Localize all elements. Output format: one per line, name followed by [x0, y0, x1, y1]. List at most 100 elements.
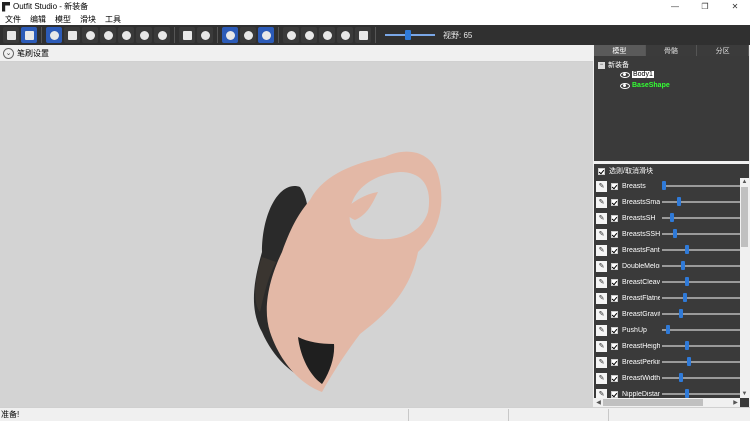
slider-knob[interactable]: [679, 373, 684, 382]
slider-track[interactable]: [662, 261, 742, 270]
menu-tools[interactable]: 工具: [101, 14, 125, 25]
mirror-z-button[interactable]: [258, 27, 274, 43]
menu-slider[interactable]: 滑块: [76, 14, 100, 25]
slider-checkbox[interactable]: [611, 390, 618, 398]
horizontal-scrollbar[interactable]: ◀ ▶: [594, 398, 740, 407]
eye-icon[interactable]: [620, 71, 630, 78]
edit-slider-icon[interactable]: ✎: [596, 180, 607, 192]
3d-viewport[interactable]: [0, 62, 593, 407]
slider-checkbox[interactable]: [611, 358, 618, 366]
slider-track[interactable]: [662, 293, 742, 302]
edit-slider-icon[interactable]: ✎: [596, 244, 607, 256]
slider-checkbox[interactable]: [611, 326, 618, 334]
texture-button[interactable]: [337, 27, 353, 43]
slider-track[interactable]: [662, 341, 742, 350]
slider-checkbox[interactable]: [611, 294, 618, 302]
scrollbar-thumb[interactable]: [603, 399, 703, 406]
slider-track[interactable]: [662, 309, 742, 318]
slider-track[interactable]: [662, 325, 742, 334]
inflate-brush-button[interactable]: [64, 27, 80, 43]
fov-slider-knob[interactable]: [405, 30, 411, 40]
slider-knob[interactable]: [669, 213, 674, 222]
lighting-button[interactable]: [319, 27, 335, 43]
slider-track[interactable]: [662, 389, 742, 398]
scroll-up-icon[interactable]: ▲: [740, 178, 749, 186]
edit-slider-icon[interactable]: ✎: [596, 308, 607, 320]
slider-track[interactable]: [662, 245, 742, 254]
slider-knob[interactable]: [687, 357, 692, 366]
slider-checkbox[interactable]: [611, 342, 618, 350]
tree-item-body1[interactable]: Body1: [620, 71, 654, 78]
show-vertices-button[interactable]: [283, 27, 299, 43]
slider-knob[interactable]: [684, 389, 689, 398]
edit-slider-icon[interactable]: ✎: [596, 228, 607, 240]
select-all-checkbox[interactable]: [598, 167, 605, 175]
slider-knob[interactable]: [662, 181, 666, 190]
tab-partitions[interactable]: 分区: [697, 45, 750, 56]
deflate-brush-button[interactable]: [82, 27, 98, 43]
slider-track[interactable]: [662, 373, 742, 382]
slider-knob[interactable]: [678, 309, 683, 318]
slider-checkbox[interactable]: [611, 246, 618, 254]
edit-slider-icon[interactable]: ✎: [596, 196, 607, 208]
slider-checkbox[interactable]: [611, 182, 618, 190]
scroll-down-icon[interactable]: ▼: [740, 390, 749, 398]
slider-track[interactable]: [662, 229, 742, 238]
menu-model[interactable]: 模型: [51, 14, 75, 25]
minimize-button[interactable]: —: [660, 0, 690, 13]
slider-checkbox[interactable]: [611, 198, 618, 206]
edit-slider-icon[interactable]: ✎: [596, 340, 607, 352]
tree-item-baseshape[interactable]: BaseShape: [620, 82, 670, 89]
pivot-button[interactable]: [179, 27, 195, 43]
slider-track[interactable]: [662, 181, 742, 190]
slider-checkbox[interactable]: [611, 214, 618, 222]
slider-knob[interactable]: [684, 277, 689, 286]
slider-knob[interactable]: [684, 341, 689, 350]
mirror-y-button[interactable]: [240, 27, 256, 43]
slider-checkbox[interactable]: [611, 310, 618, 318]
edit-slider-icon[interactable]: ✎: [596, 356, 607, 368]
fov-slider[interactable]: [385, 30, 435, 40]
show-wireframe-button[interactable]: [301, 27, 317, 43]
select-tool-button[interactable]: [3, 27, 19, 43]
slider-checkbox[interactable]: [611, 230, 618, 238]
tree-root[interactable]: − 新装备: [598, 60, 629, 70]
close-button[interactable]: ✕: [720, 0, 750, 13]
mask-brush-button[interactable]: [46, 27, 62, 43]
vertical-scrollbar[interactable]: ▲ ▼: [740, 178, 749, 398]
mirror-x-button[interactable]: [222, 27, 238, 43]
slider-knob[interactable]: [665, 325, 670, 334]
smooth-brush-button[interactable]: [118, 27, 134, 43]
edit-slider-icon[interactable]: ✎: [596, 292, 607, 304]
edit-slider-icon[interactable]: ✎: [596, 324, 607, 336]
slider-checkbox[interactable]: [611, 262, 618, 270]
tab-model[interactable]: 模型: [594, 45, 646, 56]
slider-knob[interactable]: [673, 229, 678, 238]
slider-track[interactable]: [662, 357, 742, 366]
slider-track[interactable]: [662, 213, 742, 222]
transform-tool-button[interactable]: [21, 27, 37, 43]
maximize-button[interactable]: ❐: [690, 0, 720, 13]
collapse-icon[interactable]: −: [598, 61, 605, 69]
scroll-left-icon[interactable]: ◀: [594, 398, 603, 407]
tab-bones[interactable]: 骨骼: [645, 45, 698, 56]
edit-slider-icon[interactable]: ✎: [596, 276, 607, 288]
brush-settings-toggle[interactable]: ⌄: [3, 47, 14, 59]
slider-knob[interactable]: [684, 245, 689, 254]
slider-track[interactable]: [662, 197, 742, 206]
slider-knob[interactable]: [677, 197, 682, 206]
weight-brush-button[interactable]: [154, 27, 170, 43]
slider-track[interactable]: [662, 277, 742, 286]
slider-checkbox[interactable]: [611, 374, 618, 382]
scrollbar-thumb[interactable]: [741, 187, 748, 247]
slider-knob[interactable]: [681, 261, 685, 270]
menu-edit[interactable]: 编辑: [26, 14, 50, 25]
move-brush-button[interactable]: [100, 27, 116, 43]
edit-slider-icon[interactable]: ✎: [596, 260, 607, 272]
edit-slider-icon[interactable]: ✎: [596, 372, 607, 384]
edit-slider-icon[interactable]: ✎: [596, 212, 607, 224]
menu-file[interactable]: 文件: [1, 14, 25, 25]
scroll-right-icon[interactable]: ▶: [731, 398, 740, 407]
cube-view-button[interactable]: [355, 27, 371, 43]
slider-knob[interactable]: [682, 293, 687, 302]
